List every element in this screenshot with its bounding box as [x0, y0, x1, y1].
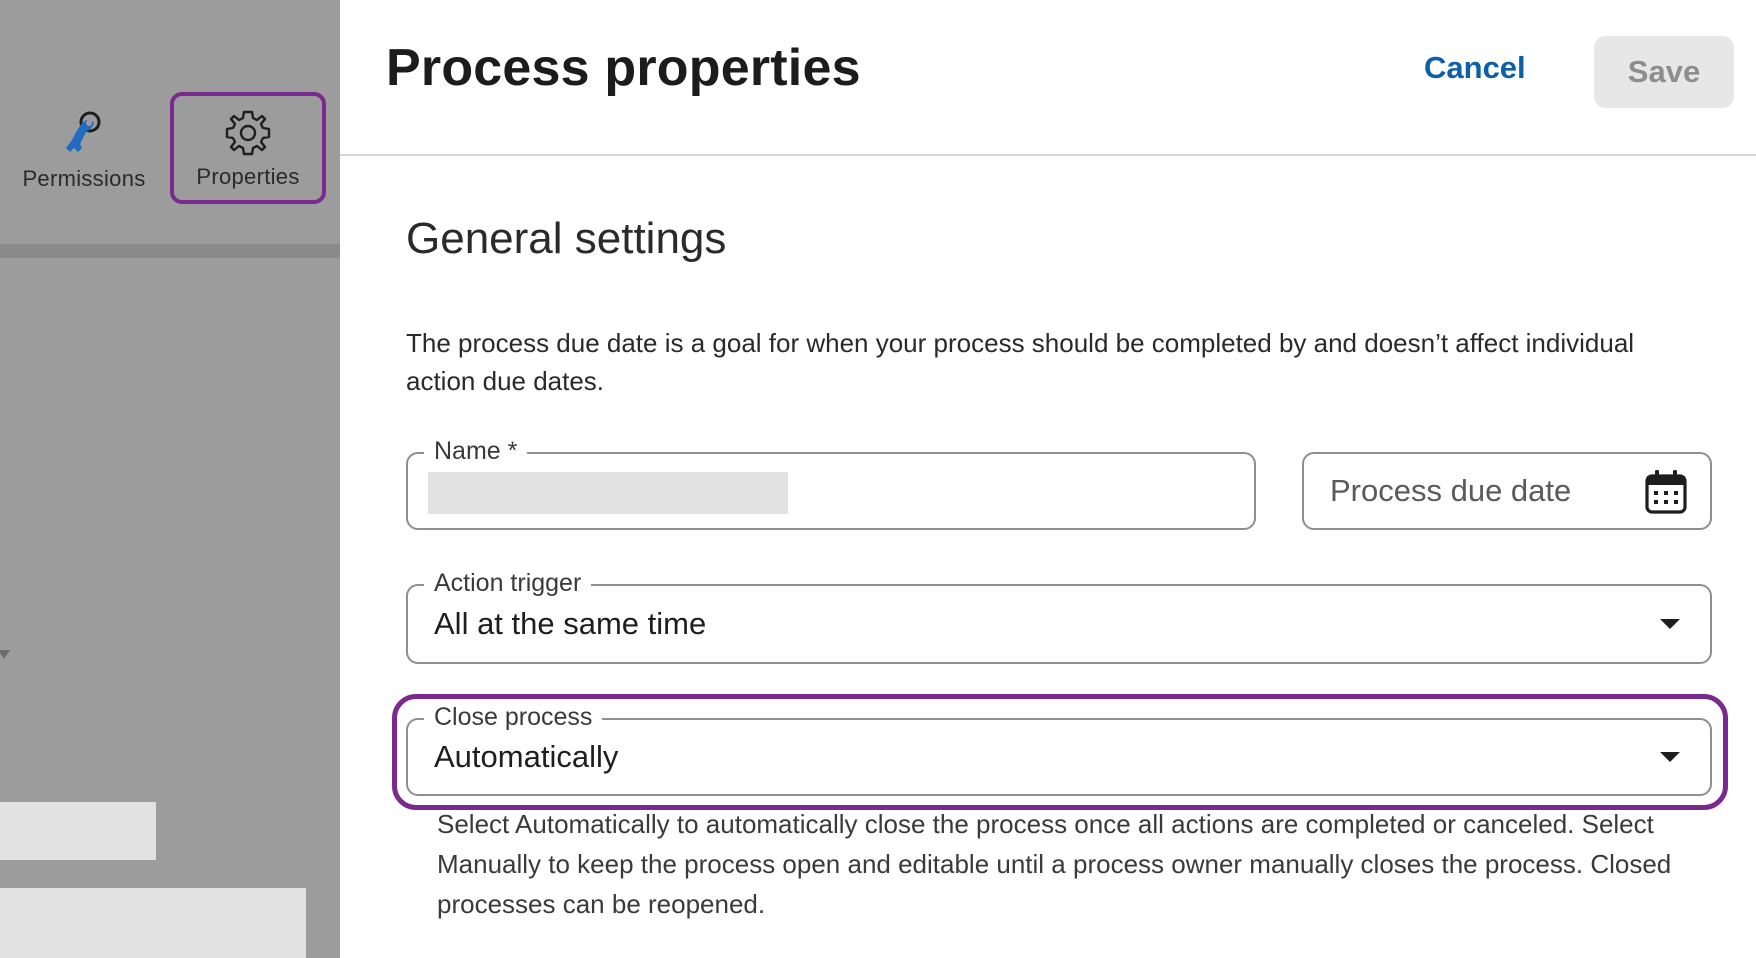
properties-button[interactable]: Properties [170, 92, 326, 204]
properties-label: Properties [196, 164, 300, 189]
close-process-value: Automatically [434, 739, 619, 774]
chevron-down-icon [1660, 752, 1680, 762]
action-trigger-select[interactable]: Action trigger All at the same time [406, 566, 1712, 664]
key-icon [66, 111, 101, 152]
name-field-label: Name * [424, 434, 528, 468]
chevron-down-icon [1660, 619, 1680, 629]
process-due-date-placeholder: Process due date [1330, 473, 1572, 508]
action-trigger-value: All at the same time [434, 606, 707, 641]
redacted-block [0, 888, 306, 958]
due-date-description: The process due date is a goal for when … [406, 328, 1635, 396]
action-trigger-label: Action trigger [424, 566, 592, 600]
collapse-caret-icon [0, 650, 10, 659]
panel-header: Process properties Cancel Save [340, 0, 1756, 156]
close-process-helper-text: Select Automatically to automatically cl… [437, 809, 1672, 919]
close-process-label: Close process [424, 700, 603, 734]
save-button[interactable]: Save [1594, 36, 1734, 108]
cancel-button[interactable]: Cancel [1418, 50, 1532, 86]
toolbar-divider [0, 244, 340, 258]
process-due-date-field[interactable]: Process due date [1302, 452, 1712, 530]
close-process-select[interactable]: Close process Automatically [406, 700, 1712, 796]
calendar-icon[interactable] [1644, 469, 1688, 515]
process-properties-panel: Process properties Cancel Save General s… [340, 0, 1756, 958]
page: Permissions Properties Process propertie… [0, 0, 1756, 958]
name-field[interactable]: Name * [406, 434, 1256, 530]
redacted-block [0, 802, 156, 860]
gear-icon [225, 110, 271, 156]
page-title: Process properties [386, 39, 861, 97]
permissions-label: Permissions [22, 166, 146, 191]
permissions-button[interactable]: Permissions [8, 92, 160, 204]
section-title: General settings [406, 214, 727, 263]
left-toolbar-pane: Permissions Properties [0, 0, 340, 958]
name-field-value-redacted [428, 472, 788, 514]
